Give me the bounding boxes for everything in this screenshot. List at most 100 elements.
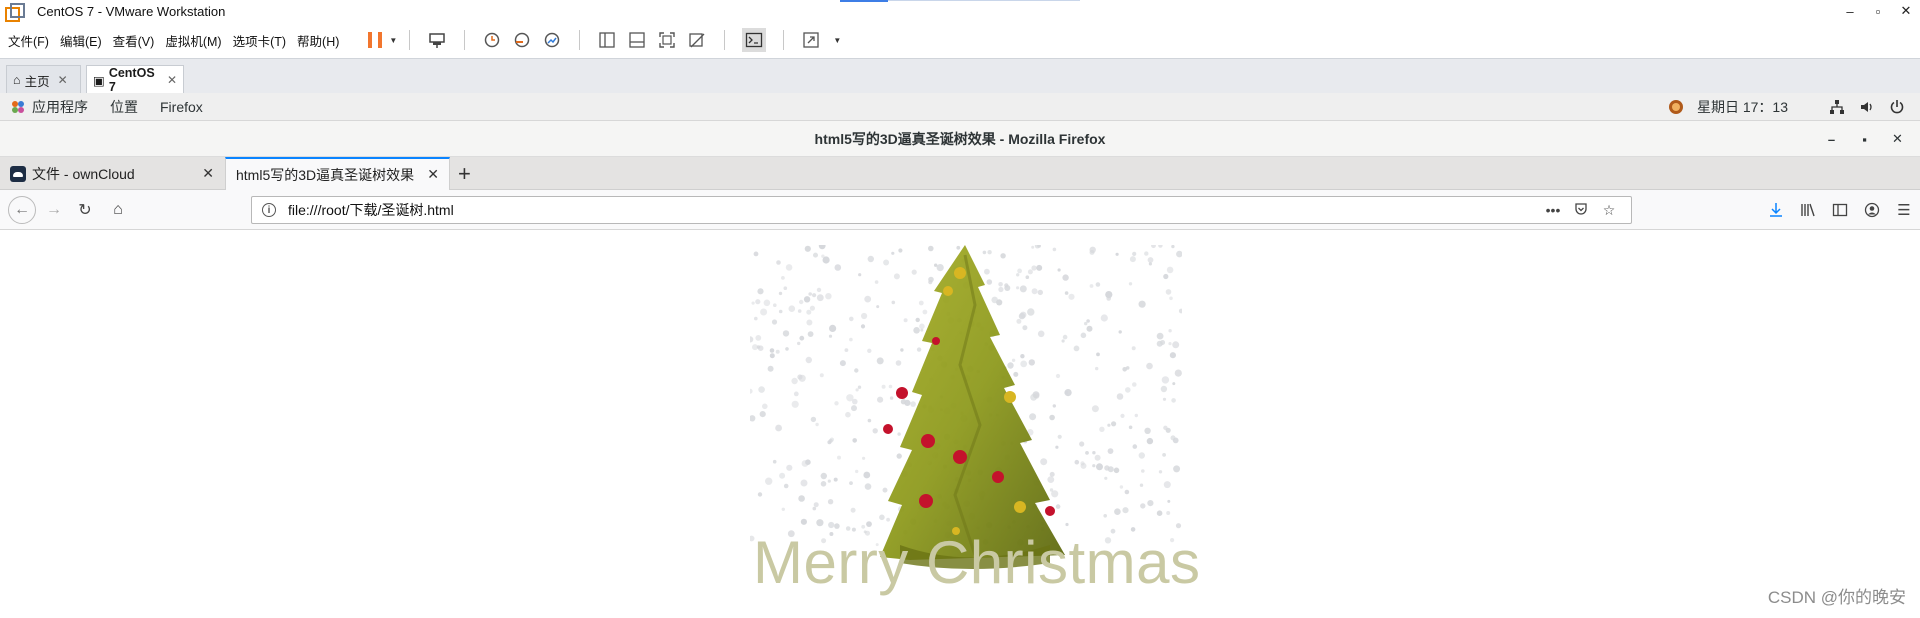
volume-icon[interactable] (1858, 98, 1876, 116)
snowflake (1158, 245, 1163, 248)
snowflake (763, 299, 771, 307)
snowflake (755, 299, 761, 305)
menu-help[interactable]: 帮助(H) (297, 31, 339, 50)
snowflake (816, 287, 822, 293)
minimize-icon[interactable]: – (1815, 132, 1848, 147)
close-icon[interactable]: ✕ (1881, 131, 1914, 147)
firefox-window-titlebar: html5写的3D逼真圣诞树效果 - Mozilla Firefox – ▪ ✕ (0, 121, 1920, 157)
sidebar-icon[interactable] (1824, 202, 1856, 218)
pause-dropdown-icon[interactable]: ▼ (389, 36, 397, 45)
maximize-icon[interactable]: ▪ (1848, 132, 1881, 147)
gnome-firefox-menu[interactable]: Firefox (160, 99, 203, 115)
close-tab-icon[interactable]: ✕ (167, 73, 177, 87)
snowflake (1096, 352, 1100, 357)
close-tab-icon[interactable]: ✕ (58, 73, 68, 87)
library-icon[interactable] (1792, 202, 1824, 218)
unity-mode-icon[interactable] (687, 30, 707, 50)
snowflake (1129, 256, 1136, 263)
snowflake (928, 280, 933, 285)
snowflake (1172, 341, 1180, 349)
close-tab-icon[interactable]: ✕ (202, 165, 214, 182)
snowflake (900, 348, 904, 352)
menu-vm[interactable]: 虚拟机(M) (165, 31, 221, 50)
merry-christmas-text: Merry Christmas (753, 529, 1201, 596)
snapshot-manager-icon[interactable] (542, 30, 562, 50)
reload-icon[interactable]: ↻ (73, 198, 97, 222)
snowflake (813, 502, 819, 508)
hamburger-menu-icon[interactable]: ☰ (1888, 201, 1920, 219)
back-arrow-icon[interactable]: ← (8, 196, 36, 224)
snowflake (812, 293, 817, 298)
user-avatar-icon[interactable] (1667, 98, 1685, 116)
site-info-icon[interactable]: i (262, 203, 276, 217)
snowflake (778, 291, 783, 296)
snowflake (1031, 245, 1035, 249)
snowflake (846, 394, 854, 402)
send-ctrl-alt-del-icon[interactable] (427, 30, 447, 50)
menu-view[interactable]: 查看(V) (113, 31, 155, 50)
pocket-icon[interactable] (1567, 202, 1595, 219)
snowflake (849, 337, 853, 342)
snowflake (904, 399, 911, 406)
close-icon[interactable]: ✕ (1892, 0, 1920, 22)
snowflake (860, 324, 866, 329)
gnome-places-menu[interactable]: 位置 (110, 97, 138, 117)
tab-centos-label: CentOS 7 (108, 66, 155, 94)
gnome-applications-menu[interactable]: 应用程序 (32, 97, 88, 117)
page-actions-icon[interactable]: ••• (1539, 202, 1567, 218)
snowflake (1040, 458, 1048, 466)
power-icon[interactable] (1888, 98, 1906, 116)
snowflake (1132, 251, 1137, 256)
revert-snapshot-icon[interactable] (512, 30, 532, 50)
snowflake (1174, 369, 1182, 377)
snowflake (1099, 426, 1105, 432)
bookmark-star-icon[interactable]: ☆ (1595, 202, 1623, 219)
snowflake (891, 300, 896, 305)
snowflake (1007, 362, 1014, 369)
menu-edit[interactable]: 编辑(E) (60, 31, 102, 50)
tab-christmas-tree[interactable]: html5写的3D逼真圣诞树效果 ✕ (225, 157, 450, 190)
stretch-dropdown-icon[interactable]: ▼ (833, 36, 841, 45)
menu-tabs[interactable]: 选项卡(T) (233, 31, 286, 50)
account-icon[interactable] (1856, 202, 1888, 218)
snowflake (1016, 318, 1022, 324)
snowflake (1096, 463, 1103, 471)
snowflake (1120, 413, 1125, 418)
downloads-icon[interactable] (1760, 202, 1792, 218)
full-screen-icon[interactable] (657, 30, 677, 50)
snapshot-icon[interactable] (482, 30, 502, 50)
new-tab-icon[interactable]: + (458, 157, 471, 190)
snowflake (772, 459, 777, 464)
snowflake (1031, 288, 1038, 295)
tab-centos[interactable]: ▣ CentOS 7 ✕ (86, 65, 184, 94)
thumbnail-bar-icon[interactable] (627, 30, 647, 50)
snowflake (1065, 522, 1069, 527)
snowflake (1103, 514, 1107, 518)
close-tab-icon[interactable]: ✕ (427, 166, 439, 183)
snowflake (1037, 330, 1045, 338)
forward-arrow-icon[interactable]: → (42, 198, 66, 222)
stretch-guest-icon[interactable] (801, 30, 821, 50)
applications-icon (12, 100, 24, 113)
console-view-icon[interactable] (742, 28, 767, 52)
snowflake (896, 453, 902, 459)
tab-owncloud[interactable]: 文件 - ownCloud ✕ (0, 157, 224, 190)
network-icon[interactable] (1828, 98, 1846, 116)
snowflake (1132, 382, 1137, 387)
menu-file[interactable]: 文件(F) (8, 31, 49, 50)
snowflake (849, 481, 853, 485)
gnome-clock[interactable]: 星期日 17：13 (1697, 97, 1788, 117)
snowflake (1092, 451, 1096, 455)
home-icon[interactable]: ⌂ (106, 198, 130, 222)
snowflake (1004, 283, 1009, 288)
maximize-icon[interactable]: ▫ (1864, 0, 1892, 22)
minimize-icon[interactable]: – (1836, 0, 1864, 22)
snowflake (1049, 471, 1055, 477)
show-library-icon[interactable] (597, 30, 617, 50)
url-text[interactable]: file:///root/下载/圣诞树.html (288, 200, 454, 220)
snowflake (854, 368, 859, 373)
tab-home[interactable]: ⌂ 主页 ✕ (6, 65, 81, 94)
url-bar[interactable]: i file:///root/下载/圣诞树.html ••• ☆ (251, 196, 1632, 224)
pause-icon[interactable] (368, 32, 383, 48)
snowflake (866, 521, 872, 527)
